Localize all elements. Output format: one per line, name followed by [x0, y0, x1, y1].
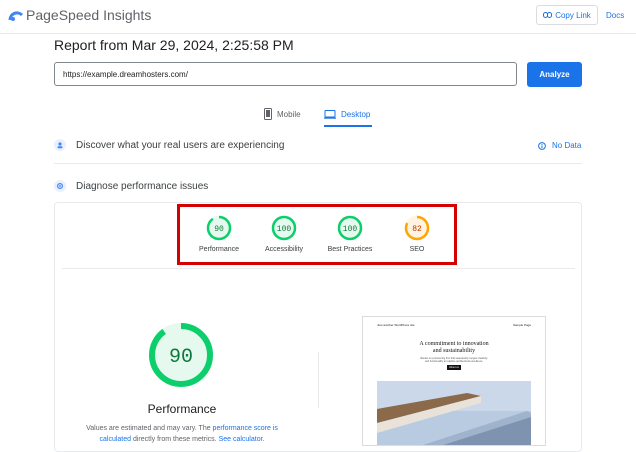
page-screenshot-preview: Just another WordPress site Sample Page …: [362, 316, 546, 446]
copy-link-button[interactable]: Copy Link: [536, 5, 598, 25]
tab-mobile[interactable]: Mobile: [264, 103, 301, 125]
copy-link-label: Copy Link: [555, 10, 591, 20]
preview-button: About us: [447, 365, 461, 370]
main-score-value: 90: [169, 346, 193, 369]
tab-mobile-label: Mobile: [277, 109, 301, 119]
analyze-button[interactable]: Analyze: [527, 62, 582, 87]
note-text-2: directly from these metrics.: [131, 436, 219, 443]
tab-desktop[interactable]: Desktop: [324, 103, 372, 127]
no-data-indicator[interactable]: No Data: [538, 141, 581, 150]
info-icon: [538, 141, 546, 150]
url-input[interactable]: [54, 62, 517, 86]
card-divider: [62, 268, 575, 269]
see-calculator-link[interactable]: See calculator.: [219, 436, 265, 443]
app-title[interactable]: PageSpeed Insights: [26, 7, 151, 23]
real-users-heading: Discover what your real users are experi…: [76, 139, 285, 151]
preview-body: Études is a pioneering firm that seamles…: [420, 357, 488, 363]
tab-desktop-label: Desktop: [341, 109, 371, 119]
top-bar: PageSpeed Insights Copy Link Docs: [0, 0, 636, 34]
note-text-1: Values are estimated and may vary. The: [86, 425, 213, 432]
diagnose-icon: [54, 180, 66, 192]
preview-building-image: [377, 381, 531, 445]
mobile-phone-icon: [264, 108, 272, 120]
real-users-section[interactable]: Discover what your real users are experi…: [54, 136, 582, 154]
metrics-note: Values are estimated and may vary. The p…: [70, 423, 294, 445]
diagnose-section[interactable]: Diagnose performance issues: [54, 177, 582, 195]
section-divider: [54, 163, 582, 164]
no-data-label: No Data: [552, 141, 582, 150]
preview-site-name: Just another WordPress site: [377, 323, 415, 327]
docs-link[interactable]: Docs: [606, 11, 624, 20]
preview-nav: Sample Page: [512, 323, 531, 327]
preview-headline-2: and sustainability: [432, 348, 476, 354]
users-icon: [54, 139, 66, 151]
link-icon: [543, 12, 553, 18]
performance-main-gauge: 90: [149, 323, 213, 387]
pagespeed-logo-icon[interactable]: [8, 8, 24, 22]
diagnose-heading: Diagnose performance issues: [76, 180, 209, 192]
vertical-divider: [318, 352, 319, 408]
desktop-monitor-icon: [324, 109, 336, 119]
report-title: Report from Mar 29, 2024, 2:25:58 PM: [54, 37, 294, 53]
preview-headline-1: A commitment to innovation: [419, 341, 489, 347]
scores-highlight-box: [177, 204, 457, 265]
performance-heading: Performance: [147, 402, 217, 416]
